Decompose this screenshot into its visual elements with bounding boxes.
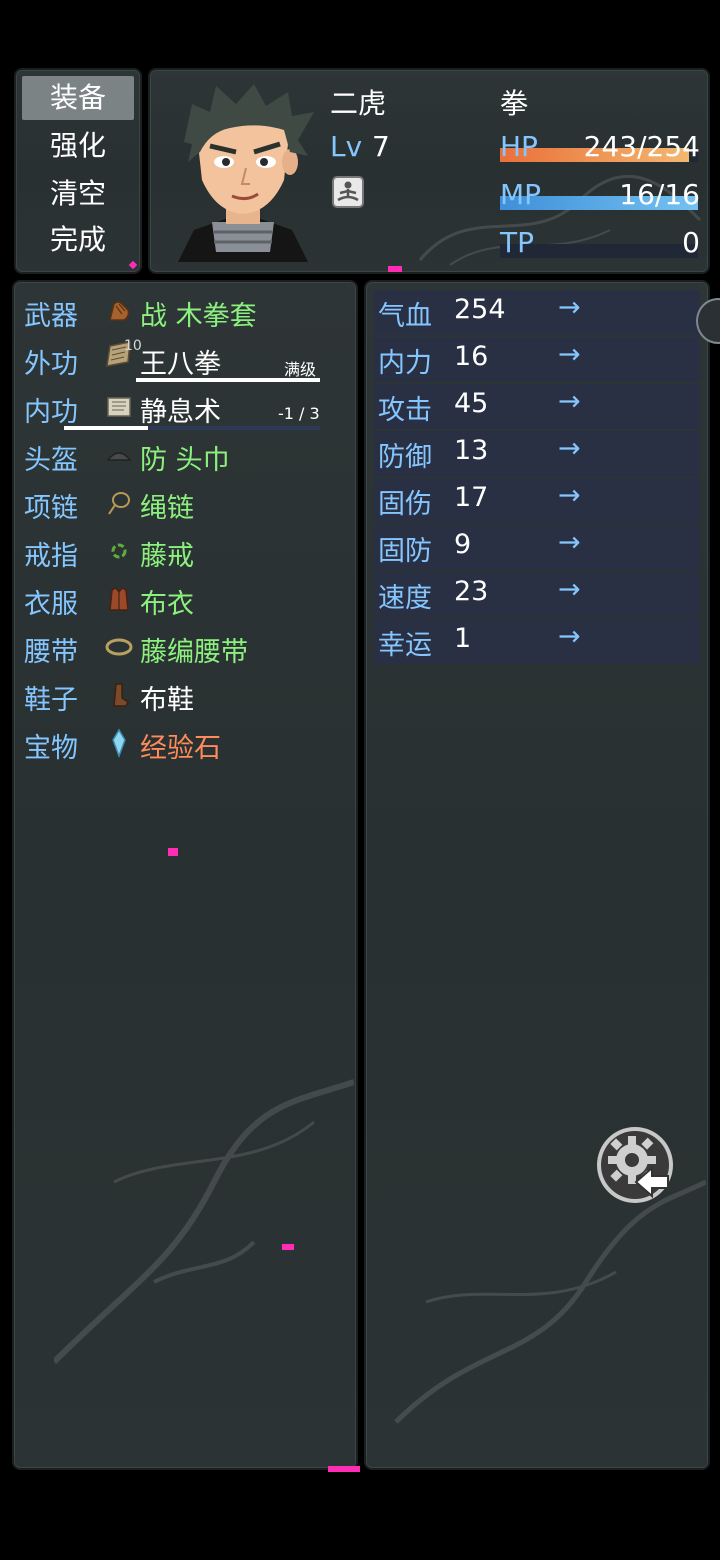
- slot-label: 头盔: [24, 445, 78, 476]
- param-row-hp: 气血 254 →: [374, 290, 700, 335]
- skill-progress-bar: [64, 426, 320, 430]
- param-name: 速度: [378, 583, 432, 614]
- param-value: 16: [454, 341, 489, 372]
- slot-item: 经验石: [140, 733, 221, 764]
- parameter-panel: 气血 254 → 内力 16 → 攻击 45 → 防御 13 → 固伤 17 →…: [364, 280, 710, 1470]
- actor-portrait: [178, 84, 314, 262]
- slot-item: 布衣: [140, 589, 194, 620]
- scroll-icon: [107, 397, 131, 417]
- skill-progress-fill: [64, 426, 149, 430]
- slot-label: 内功: [24, 397, 78, 428]
- decor-branch: [54, 1079, 354, 1365]
- param-arrow: →: [558, 292, 581, 323]
- slot-item: 战 木拳套: [140, 301, 257, 332]
- level-value: 7: [372, 130, 390, 163]
- param-row-speed: 速度 23 →: [374, 572, 700, 617]
- equip-slot-necklace[interactable]: 项链 绳链: [24, 482, 344, 528]
- glove-icon: [109, 301, 130, 321]
- actor-status-panel: 二虎 拳 Lv 7 HP 243/254 MP 16/16 TP 0: [148, 68, 710, 274]
- param-name: 幸运: [378, 630, 432, 661]
- param-name: 内力: [378, 348, 432, 379]
- equip-slot-clothes[interactable]: 衣服 布衣: [24, 578, 344, 624]
- meditation-icon: [332, 176, 364, 208]
- param-name: 防御: [378, 442, 432, 473]
- param-value: 23: [454, 576, 489, 607]
- ring-icon: [111, 543, 127, 559]
- slot-label: 武器: [24, 301, 78, 332]
- param-arrow: →: [558, 527, 581, 558]
- marker: [168, 848, 178, 856]
- param-arrow: →: [558, 480, 581, 511]
- param-row-fixed-damage: 固伤 17 →: [374, 478, 700, 523]
- param-value: 13: [454, 435, 489, 466]
- skill-status-note: 满级: [284, 360, 317, 379]
- equip-slot-belt[interactable]: 腰带 藤编腰带: [24, 626, 344, 672]
- slot-item: 静息术: [140, 397, 221, 428]
- equipment-panel: 武器 战 木拳套 外功 10 王八拳 满级 内功 静息术 -1 / 3 头盔 防…: [12, 280, 358, 1470]
- tp-value: 0: [682, 226, 700, 259]
- param-row-luck: 幸运 1 →: [374, 619, 700, 664]
- page-indicator: [388, 266, 402, 272]
- slot-label: 项链: [24, 493, 78, 524]
- scroll-indicator: [128, 260, 138, 270]
- slot-item: 布鞋: [140, 685, 194, 716]
- param-name: 固伤: [378, 489, 432, 520]
- equip-slot-shoes[interactable]: 鞋子 布鞋: [24, 674, 344, 720]
- param-arrow: →: [558, 339, 581, 370]
- actor-class: 拳: [500, 87, 529, 120]
- skill-status-note: -1 / 3: [278, 404, 320, 423]
- actor-name: 二虎: [330, 87, 387, 120]
- param-value: 9: [454, 529, 472, 560]
- param-name: 气血: [378, 301, 432, 332]
- param-row-mp: 内力 16 →: [374, 337, 700, 382]
- slot-label: 戒指: [24, 541, 78, 572]
- menu-item-enhance[interactable]: 强化: [22, 124, 134, 168]
- param-row-fixed-defense: 固防 9 →: [374, 525, 700, 570]
- param-arrow: →: [558, 574, 581, 605]
- param-value: 17: [454, 482, 489, 513]
- slot-item: 藤编腰带: [140, 637, 248, 668]
- param-row-defense: 防御 13 →: [374, 431, 700, 476]
- equip-slot-outer-skill[interactable]: 外功 10 王八拳 满级: [24, 338, 344, 384]
- param-arrow: →: [558, 386, 581, 417]
- slot-item: 防 头巾: [140, 445, 230, 476]
- param-name: 攻击: [378, 395, 432, 426]
- belt-icon: [105, 638, 133, 656]
- hp-value: 243/254: [583, 130, 700, 163]
- param-row-attack: 攻击 45 →: [374, 384, 700, 429]
- page-bottom-indicator: [328, 1466, 360, 1472]
- equip-slot-helmet[interactable]: 头盔 防 头巾: [24, 434, 344, 480]
- equip-slot-ring[interactable]: 戒指 藤戒: [24, 530, 344, 576]
- clothes-icon: [109, 587, 129, 611]
- menu-item-clear[interactable]: 清空: [22, 172, 134, 216]
- slot-label: 宝物: [24, 733, 78, 764]
- menu-item-equip[interactable]: 装备: [22, 76, 134, 120]
- equip-slot-treasure[interactable]: 宝物 经验石: [24, 722, 344, 768]
- crystal-icon: [112, 728, 126, 758]
- slot-label: 衣服: [24, 589, 78, 620]
- slot-label: 腰带: [24, 637, 78, 668]
- level-label: Lv: [330, 130, 363, 163]
- command-menu: 装备 强化 清空 完成: [14, 68, 142, 274]
- slot-item: 王八拳: [140, 349, 221, 380]
- equip-slot-inner-skill[interactable]: 内功 静息术 -1 / 3: [24, 386, 344, 432]
- slot-label: 外功: [24, 349, 78, 380]
- marker: [282, 1244, 294, 1250]
- param-value: 1: [454, 623, 472, 654]
- menu-item-done[interactable]: 完成: [22, 218, 134, 262]
- slot-item: 藤戒: [140, 541, 194, 572]
- slot-item: 绳链: [140, 493, 194, 524]
- param-value: 45: [454, 388, 489, 419]
- gear-back-icon[interactable]: [594, 1124, 676, 1206]
- equip-slot-weapon[interactable]: 武器 战 木拳套: [24, 290, 344, 336]
- mp-value: 16/16: [619, 178, 700, 211]
- param-name: 固防: [378, 536, 432, 567]
- necklace-icon: [108, 492, 130, 515]
- shoe-icon: [113, 683, 129, 707]
- param-value: 254: [454, 294, 506, 325]
- slot-label: 鞋子: [24, 685, 78, 716]
- param-arrow: →: [558, 621, 581, 652]
- headband-icon: [106, 452, 132, 461]
- param-arrow: →: [558, 433, 581, 464]
